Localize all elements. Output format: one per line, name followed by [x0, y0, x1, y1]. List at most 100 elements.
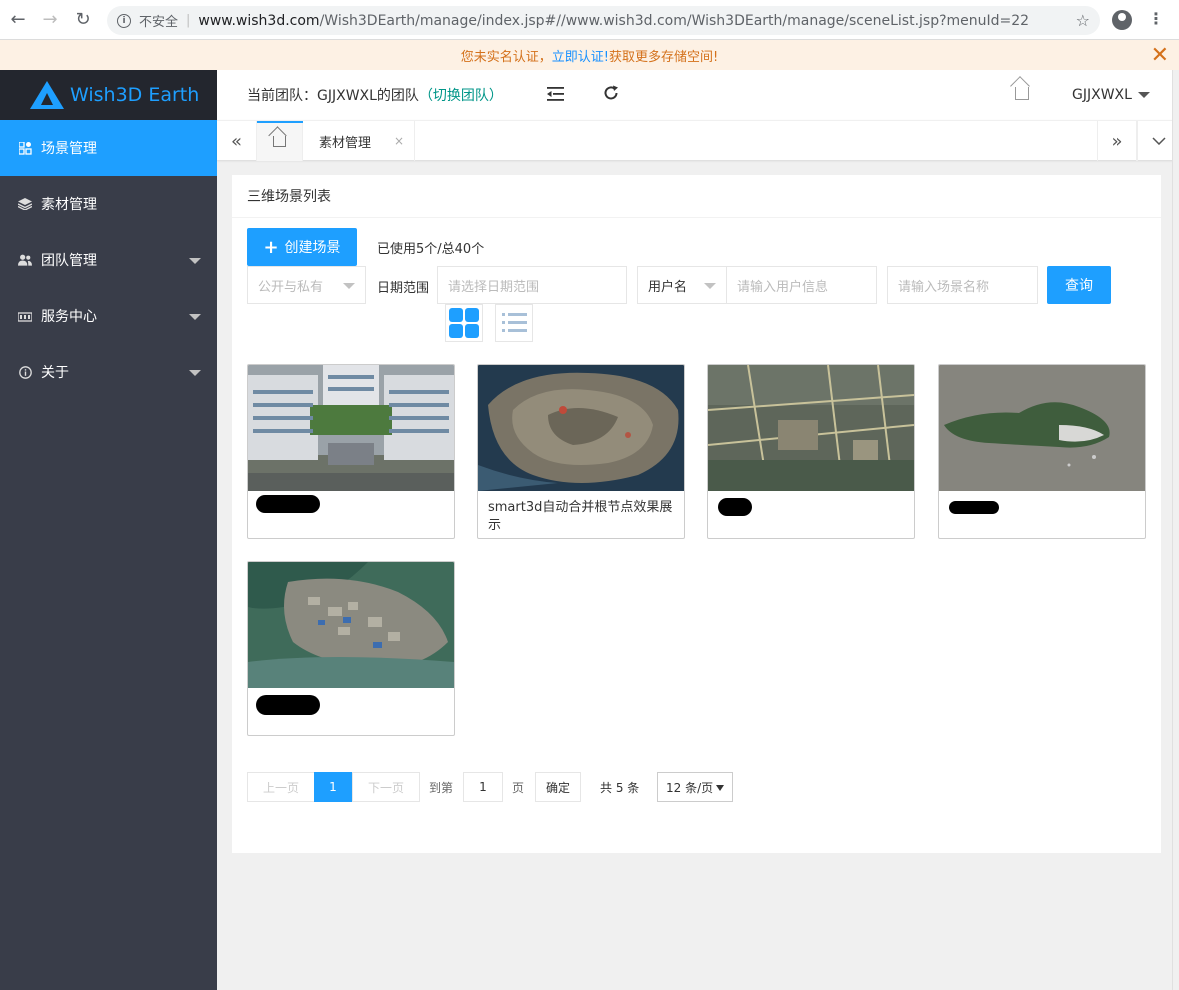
redacted-caption	[256, 495, 320, 513]
sidebar-item-material[interactable]: 素材管理	[0, 176, 217, 232]
scene-card[interactable]	[247, 364, 455, 539]
goto-page-input[interactable]: 1	[463, 772, 503, 802]
scene-caption: smart3d自动合并根节点效果展示	[488, 500, 673, 533]
scene-list-panel: 三维场景列表 + 创建场景 已使用5个/总40个 公开与私有 日期范围 请选择日…	[232, 175, 1161, 853]
logo-mark-icon	[30, 81, 64, 109]
tab-label: 素材管理	[319, 135, 372, 151]
more-menu-icon[interactable]: ⋮	[1148, 9, 1164, 28]
create-scene-button[interactable]: + 创建场景	[247, 228, 357, 266]
sidebar: Wish3D Earth 场景管理 素材管理 团队管理 服务中心 关于	[0, 70, 217, 990]
date-range-input[interactable]: 请选择日期范围	[437, 266, 627, 304]
url-text[interactable]: www.wish3d.com/Wish3DEarth/manage/index.…	[198, 13, 1029, 29]
sidebar-item-label: 团队管理	[41, 253, 97, 269]
sidebar-item-service[interactable]: 服务中心	[0, 288, 217, 344]
prev-page-button[interactable]: 上一页	[247, 772, 315, 802]
grid-cell	[449, 308, 463, 322]
info-icon[interactable]: i	[117, 13, 131, 28]
scene-card[interactable]	[247, 561, 455, 736]
team-label: 当前团队：GJJXWXL的团队	[247, 88, 419, 104]
list-line	[508, 313, 527, 316]
caret-down-icon	[343, 283, 355, 289]
top-header: 当前团队：GJJXWXL的团队（切换团队） GJJXWXL	[217, 70, 1179, 120]
users-icon	[18, 253, 32, 267]
list-view-toggle[interactable]	[495, 304, 533, 342]
account-icon[interactable]	[1112, 10, 1132, 30]
user-menu[interactable]: GJJXWXL	[1072, 87, 1150, 103]
caret-down-icon	[1137, 92, 1150, 98]
scene-card[interactable]	[707, 364, 915, 539]
list-bullet	[502, 313, 505, 316]
switch-team-link[interactable]: （切换团队）	[419, 88, 503, 104]
scroll-right-icon[interactable]: »	[1097, 121, 1137, 161]
query-button[interactable]: 查询	[1047, 266, 1111, 304]
scene-icon	[18, 141, 32, 155]
layers-icon	[18, 197, 32, 211]
tab-home[interactable]	[257, 121, 303, 161]
grid-cell	[465, 308, 479, 322]
notice-text-after: 获取更多存储空间!	[609, 49, 719, 65]
sidebar-item-label: 关于	[41, 365, 69, 381]
user-info-input[interactable]: 请输入用户信息	[726, 266, 877, 304]
plus-icon: +	[263, 236, 279, 258]
caret-down-icon	[704, 283, 716, 289]
redacted-caption	[256, 695, 320, 715]
brand-name: Wish3D Earth	[70, 84, 200, 106]
goto-confirm-button[interactable]: 确定	[535, 772, 581, 802]
home-icon[interactable]	[1015, 87, 1029, 100]
server-icon	[18, 309, 32, 323]
scroll-left-icon[interactable]: «	[217, 121, 257, 161]
sidebar-item-about[interactable]: 关于	[0, 344, 217, 400]
redacted-caption	[718, 498, 752, 516]
reload-icon[interactable]: ↻	[67, 0, 99, 40]
verify-link[interactable]: 立即认证!	[552, 46, 609, 65]
current-team: 当前团队：GJJXWXL的团队（切换团队）	[247, 85, 503, 105]
url-host: www.wish3d.com	[198, 12, 320, 29]
total-count: 共 5 条	[600, 781, 640, 795]
tab-material[interactable]: 素材管理 ×	[303, 121, 415, 161]
visibility-select[interactable]: 公开与私有	[247, 266, 366, 304]
next-page-button[interactable]: 下一页	[352, 772, 420, 802]
list-bullet	[502, 321, 505, 324]
chevron-down-icon	[189, 258, 201, 264]
scene-card[interactable]	[938, 364, 1146, 539]
grid-view-toggle[interactable]	[445, 304, 483, 342]
url-separator: |	[186, 13, 191, 28]
close-notice-icon[interactable]: ✕	[1151, 43, 1169, 68]
page-title: 三维场景列表	[232, 175, 1161, 218]
list-bullet	[502, 329, 505, 332]
grid-cell	[465, 324, 479, 338]
sidebar-item-team[interactable]: 团队管理	[0, 232, 217, 288]
scene-thumbnail	[248, 365, 454, 491]
back-icon[interactable]: ←	[2, 0, 34, 40]
bookmark-star-icon[interactable]: ☆	[1076, 11, 1090, 30]
info-icon	[18, 365, 32, 379]
collapse-menu-icon[interactable]	[547, 85, 564, 106]
scene-thumbnail	[708, 365, 914, 491]
scene-name-input[interactable]: 请输入场景名称	[887, 266, 1038, 304]
visibility-placeholder: 公开与私有	[258, 279, 324, 295]
address-bar[interactable]: i 不安全 | www.wish3d.com/Wish3DEarth/manag…	[107, 6, 1100, 35]
scene-thumbnail	[478, 365, 684, 491]
page-size-select[interactable]: 12 条/页	[657, 772, 733, 802]
page-unit-label: 页	[512, 781, 525, 795]
url-path: /Wish3DEarth/manage/index.jsp#//www.wish…	[319, 12, 1030, 29]
scene-thumbnail	[939, 365, 1145, 491]
page-1-button[interactable]: 1	[314, 772, 352, 802]
insecure-label: 不安全	[139, 15, 179, 30]
home-icon	[273, 136, 286, 147]
user-field-select[interactable]: 用户名	[637, 266, 727, 304]
close-tab-icon[interactable]: ×	[394, 134, 404, 148]
logo[interactable]: Wish3D Earth	[0, 70, 217, 120]
refresh-icon[interactable]	[603, 85, 619, 106]
page-scrollbar[interactable]	[1172, 70, 1179, 990]
grid-cell	[449, 324, 463, 338]
sidebar-item-label: 服务中心	[41, 309, 97, 325]
list-line	[508, 321, 527, 324]
forward-icon[interactable]: →	[34, 0, 66, 40]
sidebar-item-scene[interactable]: 场景管理	[0, 120, 217, 176]
create-scene-label: 创建场景	[284, 240, 341, 256]
notice-text: 您未实名认证，	[460, 49, 552, 65]
scene-card[interactable]: smart3d自动合并根节点效果展示	[477, 364, 685, 539]
user-field-value: 用户名	[648, 279, 688, 295]
chevron-down-icon	[189, 370, 201, 376]
